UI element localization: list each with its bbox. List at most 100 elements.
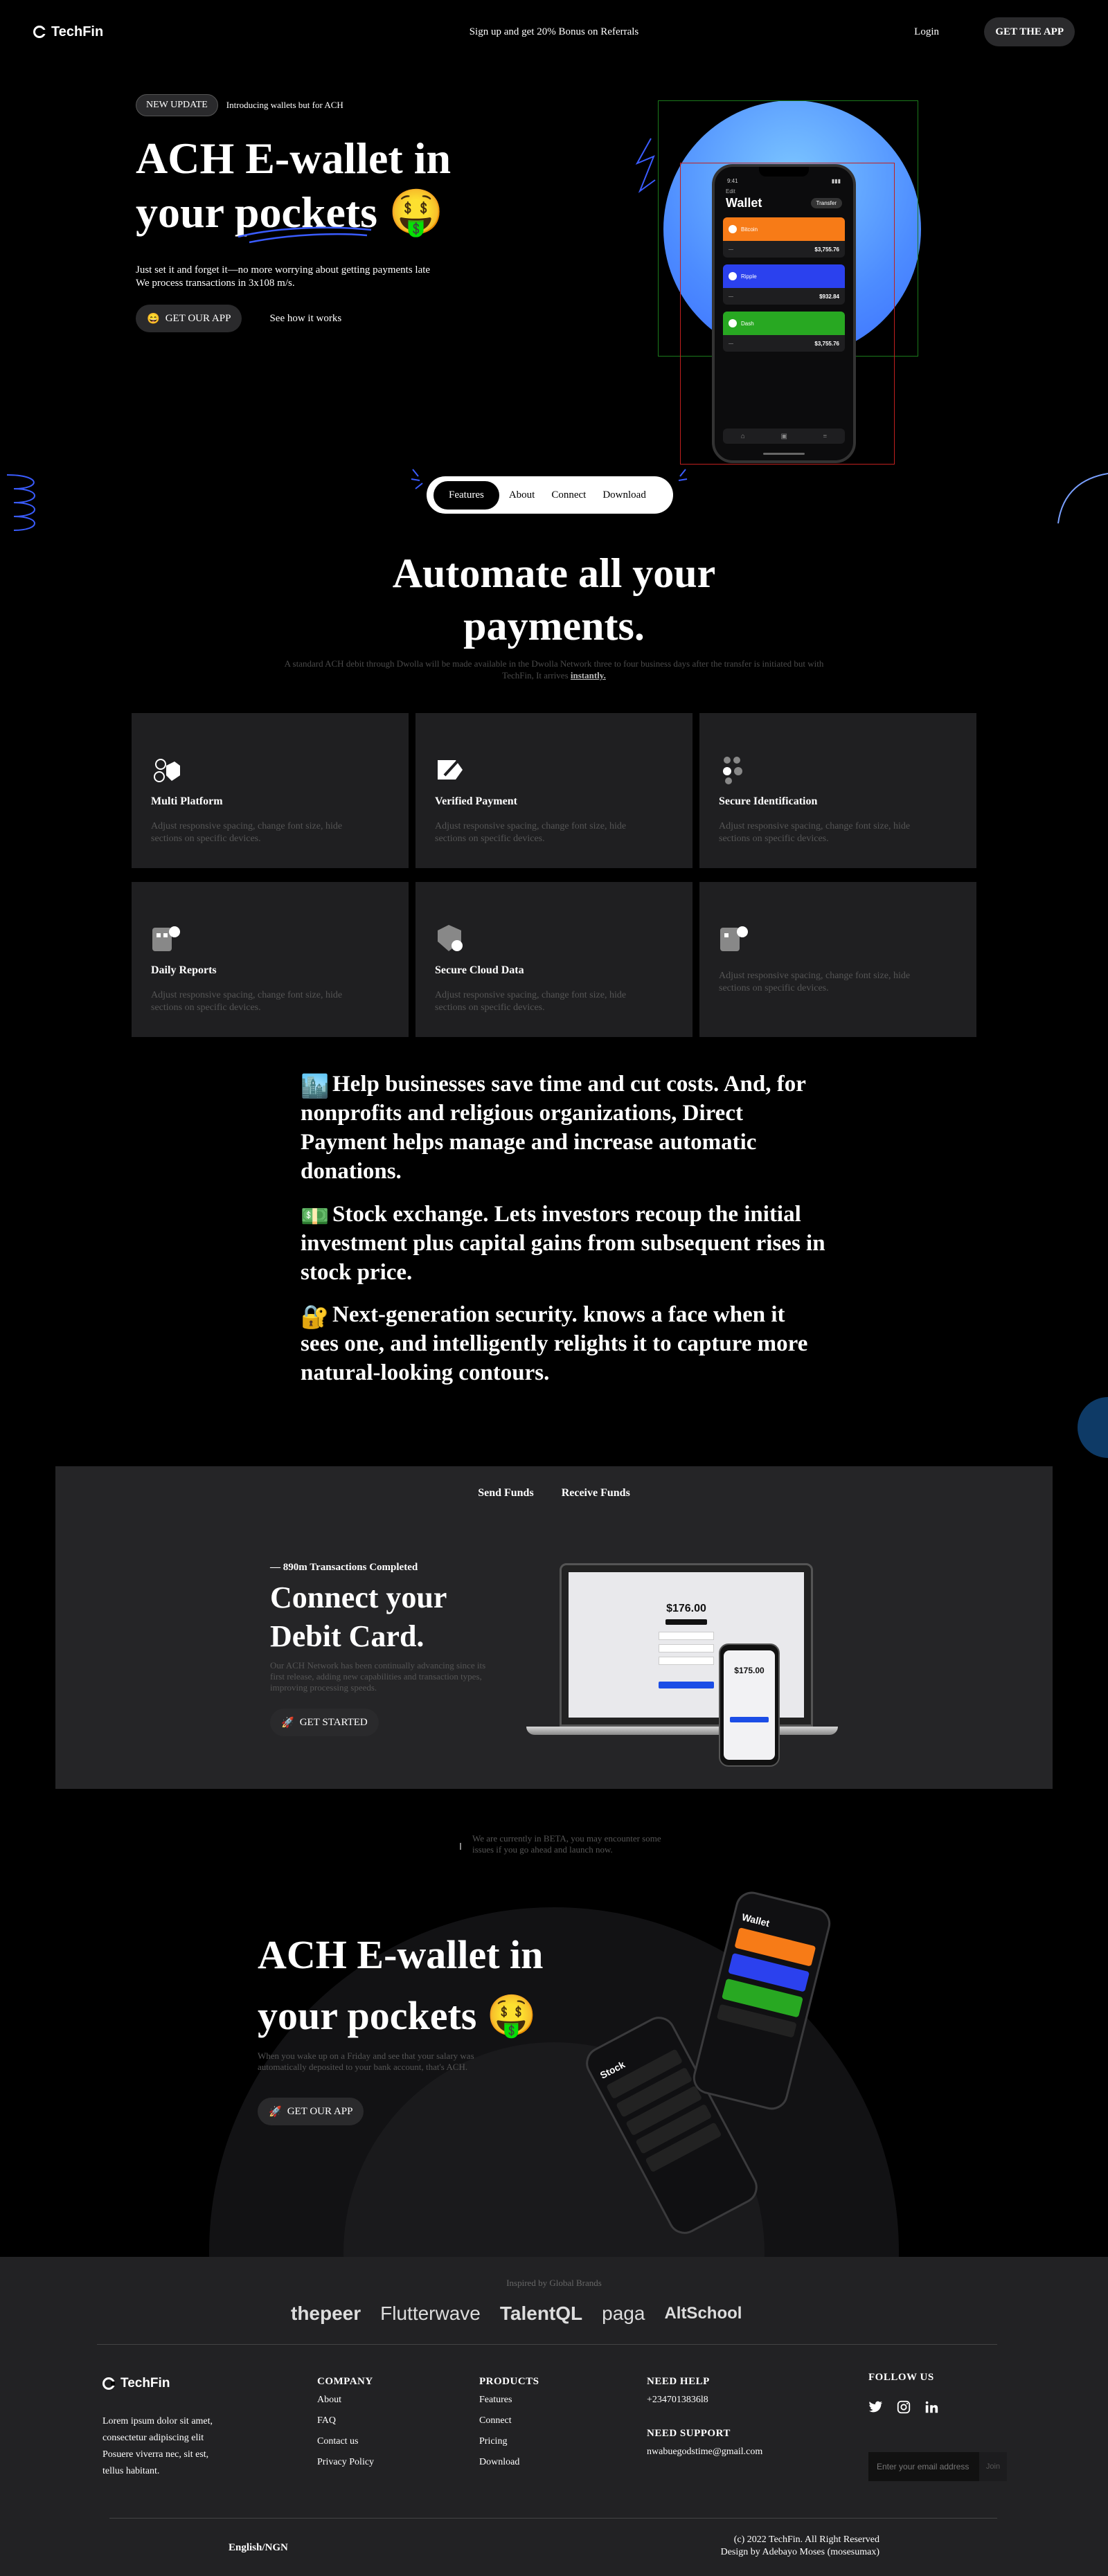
- brand-talentql: TalentQL: [499, 2303, 583, 2324]
- coin-icon: [729, 272, 737, 280]
- wallet-card-bottom: — $932.84: [723, 288, 845, 305]
- new-update-badge[interactable]: NEW UPDATE: [136, 94, 218, 116]
- tab-connect[interactable]: Connect: [544, 483, 593, 508]
- login-link[interactable]: Login: [914, 26, 939, 38]
- help-phone[interactable]: +2347013836l8: [647, 2395, 762, 2406]
- footer-link-download[interactable]: Download: [479, 2457, 539, 2468]
- statement-stock: 💵 Stock exchange. Lets investors recoup t…: [301, 1200, 827, 1287]
- phone-title: Wallet: [726, 196, 762, 210]
- wallet-card-name: Dash: [741, 320, 754, 327]
- footer-logo[interactable]: TechFin: [102, 2376, 170, 2391]
- wallet-card-top: Ripple: [723, 264, 845, 288]
- tab-about[interactable]: About: [502, 483, 542, 508]
- get-our-app-button[interactable]: 😄 GET OUR APP: [136, 305, 242, 332]
- footer-link-contact[interactable]: Contact us: [317, 2436, 374, 2447]
- feature-title: Multi Platform: [151, 795, 223, 807]
- products-heading: PRODUCTS: [479, 2376, 539, 2387]
- feature-card: Secure Identification Adjust responsive …: [699, 713, 976, 868]
- smile-icon: 😄: [147, 313, 160, 325]
- feature-title: Secure Identification: [719, 795, 818, 807]
- footer-link-about[interactable]: About: [317, 2395, 374, 2406]
- wallet-card-value: $932.84: [819, 293, 839, 300]
- statement-businesses: 🏙️ Help businesses save time and cut cost…: [301, 1070, 827, 1186]
- verified-icon: [438, 757, 463, 780]
- cash-icon: 💵: [301, 1205, 330, 1230]
- brand-flutterwave: Flutterwave: [380, 2303, 481, 2324]
- bottom-get-app-label: GET OUR APP: [287, 2105, 353, 2117]
- bottom-hero-subtitle: When you wake up on a Friday and see tha…: [258, 2051, 474, 2072]
- twitter-icon[interactable]: [868, 2399, 884, 2415]
- footer-link-connect[interactable]: Connect: [479, 2415, 539, 2426]
- automate-title-line2: payments.: [463, 603, 645, 649]
- transactions-eyebrow: — 890m Transactions Completed: [270, 1562, 418, 1573]
- phone-tag: Transfer: [810, 198, 842, 208]
- newsletter-join-button[interactable]: Join: [979, 2452, 1007, 2481]
- phone-status-bar: 9:41 ▮▮▮: [723, 178, 845, 184]
- phone-amount: $175.00: [734, 1666, 765, 1675]
- footer-brand-name: TechFin: [120, 2376, 170, 2390]
- instagram-icon[interactable]: [896, 2399, 911, 2415]
- lock-icon: 🔐: [301, 1305, 330, 1330]
- tab-receive-funds[interactable]: Receive Funds: [562, 1487, 630, 1499]
- wallet-phone-mockup: 9:41 ▮▮▮ Edit Wallet Transfer Bitcoin — $…: [712, 164, 856, 463]
- tab-download[interactable]: Download: [596, 483, 653, 508]
- signal-icon: ▮▮▮: [831, 178, 841, 184]
- underline-scribble-icon: [238, 226, 372, 244]
- connect-title-line1: Connect your: [270, 1580, 447, 1614]
- phone-back: Edit: [726, 188, 735, 195]
- feature-desc: Adjust responsive spacing, change font s…: [435, 821, 627, 844]
- beta-notice: We are currently in BETA, you may encoun…: [472, 1833, 661, 1855]
- report-icon: [720, 926, 748, 951]
- linkedin-icon[interactable]: [924, 2399, 939, 2415]
- section-tabs: Features About Connect Download: [427, 476, 673, 514]
- coin-icon: [729, 225, 737, 233]
- feature-card: Verified Payment Adjust responsive spaci…: [416, 713, 692, 868]
- footer-about: Lorem ipsum dolor sit amet, consectetur …: [102, 2416, 213, 2476]
- get-started-label: GET STARTED: [299, 1716, 368, 1728]
- arc-decoration-icon: [1057, 473, 1108, 524]
- footer-company: COMPANY About FAQ Contact us Privacy Pol…: [317, 2376, 374, 2478]
- wallet-card-bottom: — $3,755.76: [723, 241, 845, 258]
- rocket-icon: 🚀: [281, 1717, 294, 1729]
- bottom-title-line2: your pockets: [258, 1993, 477, 2038]
- feature-desc: Adjust responsive spacing, change font s…: [151, 990, 343, 1013]
- footer-link-faq[interactable]: FAQ: [317, 2415, 374, 2426]
- bottom-hero-title: ACH E-wallet in your pockets 🤑: [258, 1925, 618, 2046]
- tab-send-funds[interactable]: Send Funds: [478, 1487, 534, 1499]
- hero-actions: 😄 GET OUR APP See how it works: [136, 305, 341, 332]
- company-heading: COMPANY: [317, 2376, 373, 2387]
- laptop-continue-bar: [659, 1682, 714, 1688]
- brand-paga: paga: [602, 2303, 645, 2324]
- get-app-button[interactable]: GET THE APP: [984, 17, 1075, 46]
- see-how-it-works-link[interactable]: See how it works: [269, 313, 341, 325]
- feature-card: Multi Platform Adjust responsive spacing…: [132, 713, 409, 868]
- automate-subtitle: A standard ACH debit through Dwolla will…: [270, 658, 838, 681]
- wallet-card-name: Bitcoin: [741, 226, 758, 233]
- logo-mark-icon: [102, 2377, 115, 2390]
- brand-logos: thepeer Flutterwave TalentQL paga AltSch…: [291, 2303, 742, 2325]
- promo-text[interactable]: Sign up and get 20% Bonus on Referrals: [470, 26, 639, 38]
- footer-help: NEED HELP +2347013836l8 NEED SUPPORT nwa…: [647, 2376, 762, 2467]
- money-face-emoji: 🤑: [388, 188, 444, 237]
- connect-subtitle: Our ACH Network has been continually adv…: [270, 1660, 486, 1693]
- footer-link-privacy[interactable]: Privacy Policy: [317, 2457, 374, 2468]
- spiral-decoration-icon: [6, 474, 35, 531]
- connect-title: Connect your Debit Card.: [270, 1578, 533, 1656]
- tab-features[interactable]: Features: [434, 480, 499, 510]
- newsletter-email-input[interactable]: [868, 2452, 979, 2481]
- language-selector[interactable]: English/NGN: [229, 2542, 288, 2554]
- balance-label: —: [729, 294, 733, 299]
- bottom-get-app-button[interactable]: 🚀 GET OUR APP: [258, 2098, 364, 2125]
- cloud-shield-icon: [438, 925, 463, 951]
- support-email[interactable]: nwabuegodstime@gmail.com: [647, 2447, 762, 2458]
- support-heading: NEED SUPPORT: [647, 2428, 731, 2439]
- footer-link-features[interactable]: Features: [479, 2395, 539, 2406]
- footer-link-pricing[interactable]: Pricing: [479, 2436, 539, 2447]
- get-started-button[interactable]: 🚀 GET STARTED: [270, 1709, 379, 1736]
- connect-section: Send Funds Receive Funds — 890m Transact…: [55, 1466, 1053, 1789]
- brand-logo[interactable]: TechFin: [33, 24, 103, 40]
- feature-card: Daily Reports Adjust responsive spacing,…: [132, 882, 409, 1037]
- phone-home-indicator: [763, 453, 805, 455]
- brand-thepeer: thepeer: [291, 2303, 361, 2324]
- bottom-title-line2-row: your pockets 🤑: [258, 1985, 618, 2046]
